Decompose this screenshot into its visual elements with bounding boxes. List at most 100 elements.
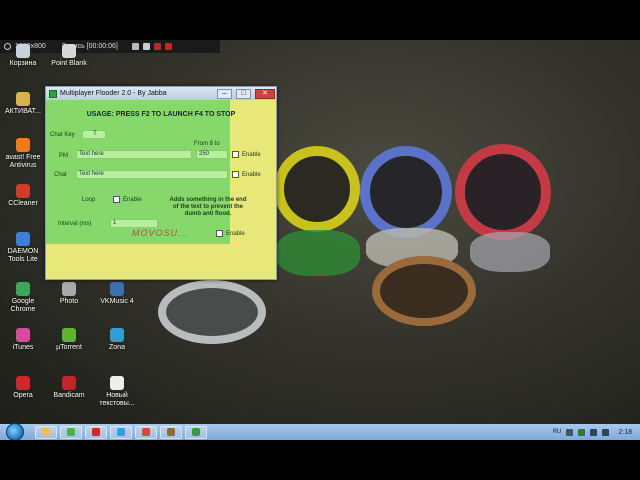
explorer-icon <box>42 428 50 436</box>
desktop-icon-label: VKMusic 4 <box>100 298 134 305</box>
watermark-text: MOVOSU... <box>132 228 189 238</box>
game-icon <box>167 428 175 436</box>
wallpaper-wheel-yellow <box>274 146 360 232</box>
window-title: Multiplayer Flooder 2.0 - By Jabba <box>60 90 167 97</box>
anti-flood-note: Adds something in the end of the text to… <box>169 197 247 217</box>
desktop-icon[interactable]: Opera <box>0 376 46 400</box>
window-client: USAGE: PRESS F2 TO LAUNCH F4 TO STOP Cha… <box>46 100 276 279</box>
from-label: From 8 to <box>194 141 220 147</box>
wallpaper-wheel-green <box>276 230 360 276</box>
desktop-icon[interactable]: Point Blank <box>46 44 92 68</box>
desktop-icon[interactable]: DAEMON Tools Lite <box>0 232 46 264</box>
flooder-icon <box>192 428 200 436</box>
itunes-icon <box>16 328 30 342</box>
ccleaner-icon <box>16 184 30 198</box>
stop-button[interactable] <box>164 43 172 50</box>
loop-enable-checkbox[interactable] <box>113 196 120 203</box>
taskbar-item[interactable] <box>160 425 182 439</box>
language-indicator[interactable]: RU <box>553 429 562 435</box>
desktop-icon-label: CCleaner <box>8 200 38 207</box>
folder-icon <box>16 92 30 106</box>
flooder-window[interactable]: Multiplayer Flooder 2.0 - By Jabba – □ ✕… <box>45 86 277 280</box>
desktop-icon[interactable]: Новый текстовы... <box>94 376 140 408</box>
skype-icon <box>117 428 125 436</box>
desktop-icon-label: avast! Free Antivirus <box>5 154 41 169</box>
volume-icon[interactable] <box>602 428 610 436</box>
desktop-icon[interactable]: iTunes <box>0 328 46 352</box>
desktop-icon-label: Новый текстовы... <box>99 392 135 407</box>
clock[interactable]: 2:18 <box>618 429 632 436</box>
camera-icon[interactable] <box>142 43 150 50</box>
wallpaper-wheel-blue <box>360 146 452 238</box>
taskbar-item[interactable] <box>60 425 82 439</box>
taskbar-item[interactable] <box>35 425 57 439</box>
chat-key-label: Chat Key <box>50 132 75 138</box>
system-tray: RU 2:18 <box>553 428 640 436</box>
interval-input[interactable]: 1 <box>110 219 158 228</box>
taskbar-item[interactable] <box>110 425 132 439</box>
interval-label: Interval (ms) <box>58 221 92 227</box>
network-icon[interactable] <box>590 428 598 436</box>
desktop-icon-label: iTunes <box>12 344 34 351</box>
pm-label: PM <box>59 153 68 159</box>
wallpaper-wheel-red <box>455 144 551 240</box>
desktop-icon-label: µTorrent <box>56 344 82 351</box>
opera-icon <box>92 428 100 436</box>
gmail-icon <box>142 428 150 436</box>
desktop-icon[interactable]: Google Chrome <box>0 282 46 314</box>
record-button[interactable] <box>153 43 161 50</box>
avast-icon <box>16 138 30 152</box>
taskbar-items <box>32 425 207 439</box>
utorrent-icon <box>62 328 76 342</box>
taskbar-item[interactable] <box>135 425 157 439</box>
pm-number-input[interactable]: 250 <box>196 150 228 159</box>
desktop-icon[interactable]: Zona <box>94 328 140 352</box>
daemon-tools-icon <box>16 232 30 246</box>
game-icon <box>62 44 76 58</box>
taskbar-item[interactable] <box>185 425 207 439</box>
interval-enable-checkbox[interactable] <box>216 230 223 237</box>
pm-text-input[interactable]: Text here <box>76 150 192 159</box>
tray-flag-icon[interactable] <box>578 428 586 436</box>
desktop-icon[interactable]: µTorrent <box>46 328 92 352</box>
maximize-button[interactable]: □ <box>236 88 251 99</box>
desktop-icon-label: Google Chrome <box>10 298 36 313</box>
pm-enable-checkbox[interactable] <box>232 151 239 158</box>
loop-label: Loop <box>82 197 96 203</box>
recycle-bin-icon <box>16 44 30 58</box>
chat-text-input[interactable]: Text here <box>76 170 228 179</box>
minimize-button[interactable]: – <box>217 88 232 99</box>
taskbar-item[interactable] <box>85 425 107 439</box>
desktop-icon[interactable]: АКТИВАТ... <box>0 92 46 116</box>
wallpaper-wheel-white-2 <box>470 232 550 272</box>
desktop-icon[interactable]: VKMusic 4 <box>94 282 140 306</box>
vkmusic-icon <box>110 282 124 296</box>
photo-icon <box>62 282 76 296</box>
pm-enable-label: Enable <box>242 152 261 158</box>
desktop-icon[interactable]: Photo <box>46 282 92 306</box>
tray-arrow-icon[interactable] <box>566 428 574 436</box>
desktop-icon[interactable]: Bandicam <box>46 376 92 400</box>
desktop-icon-label: Корзина <box>9 60 37 67</box>
interval-enable-label: Enable <box>226 231 245 237</box>
chat-label: Chat <box>54 172 67 178</box>
window-titlebar[interactable]: Multiplayer Flooder 2.0 - By Jabba – □ ✕ <box>46 87 276 100</box>
opera-icon <box>16 376 30 390</box>
close-button[interactable]: ✕ <box>255 88 275 99</box>
desktop-icon-label: Bandicam <box>53 392 85 399</box>
desktop-icon[interactable]: CCleaner <box>0 184 46 208</box>
bandicam-icon <box>62 376 76 390</box>
usage-text: USAGE: PRESS F2 TO LAUNCH F4 TO STOP <box>86 111 236 118</box>
chat-key-input[interactable]: T <box>82 130 106 139</box>
chat-enable-checkbox[interactable] <box>232 171 239 178</box>
text-file-icon <box>110 376 124 390</box>
wallpaper-wheel-orange <box>372 256 476 326</box>
wallpaper-wheel-silver <box>158 280 266 344</box>
desktop-icon[interactable]: avast! Free Antivirus <box>0 138 46 170</box>
desktop-icon[interactable]: Корзина <box>0 44 46 68</box>
loop-enable-label: Enable <box>123 197 142 203</box>
desktop-icon-label: Opera <box>13 392 33 399</box>
start-button[interactable] <box>6 423 24 441</box>
pause-button[interactable] <box>131 43 139 50</box>
zona-icon <box>110 328 124 342</box>
